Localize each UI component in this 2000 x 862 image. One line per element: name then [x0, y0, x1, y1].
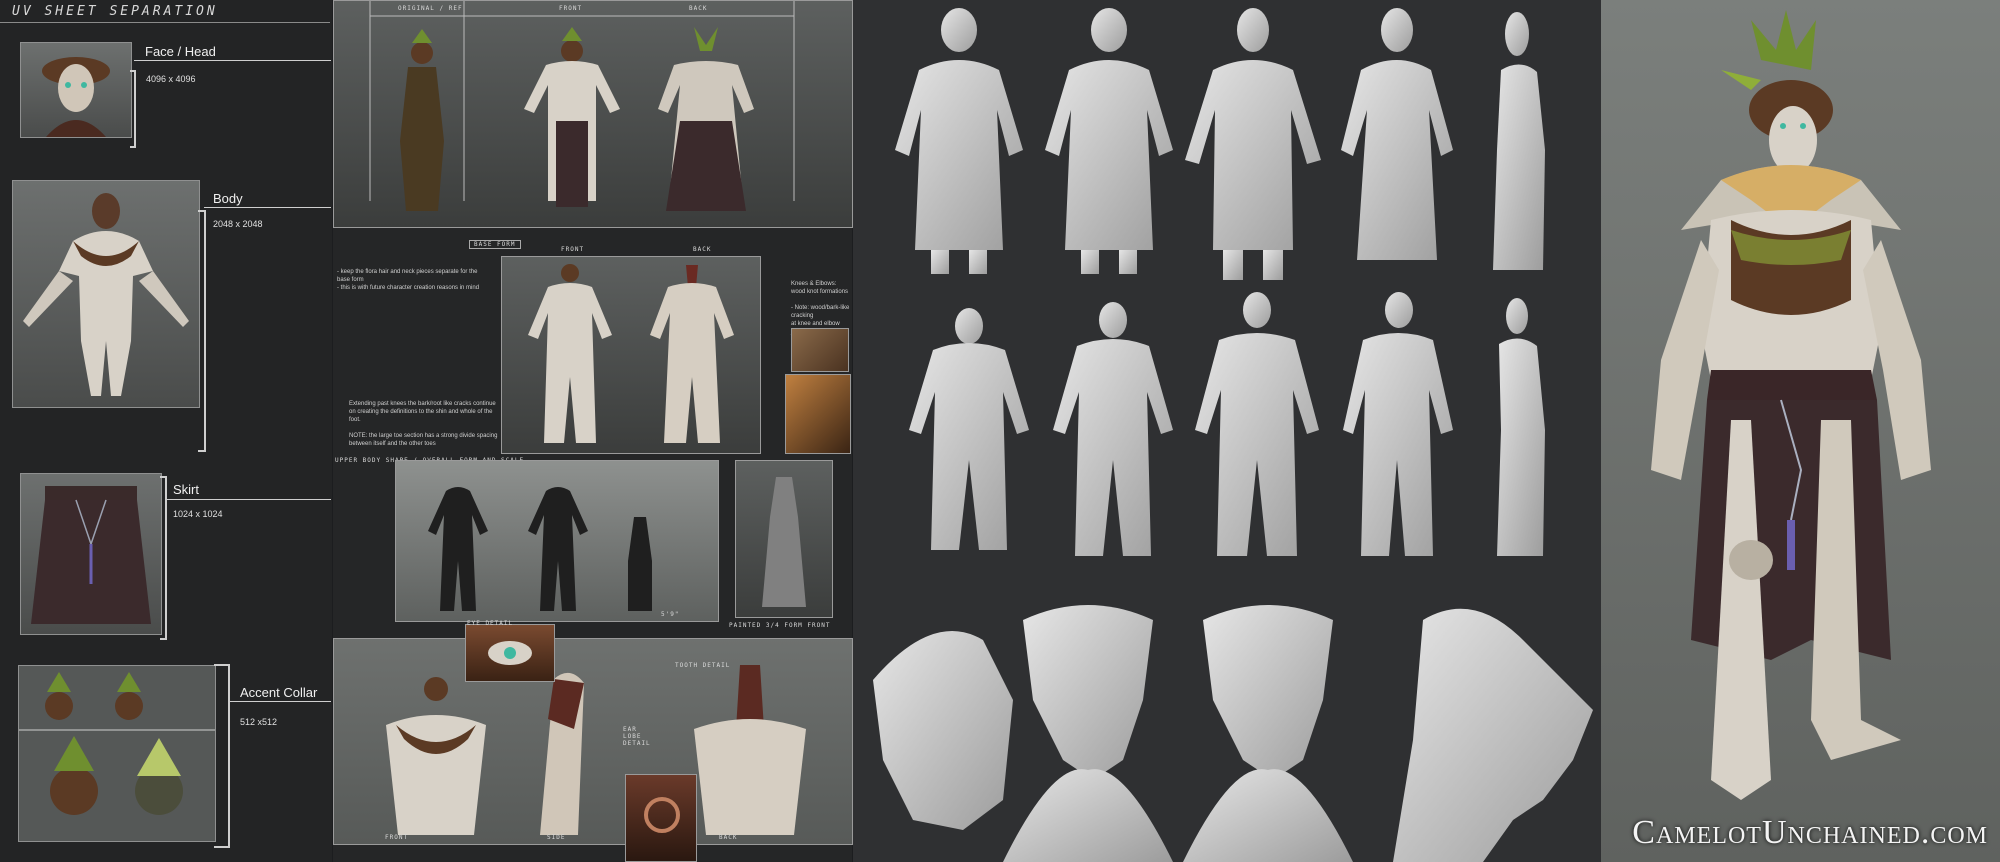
- uv-size-body: 2048 x 2048: [213, 219, 263, 229]
- concept-figure-back: [658, 27, 754, 211]
- ear-detail-box: [625, 774, 697, 862]
- label-height: 5'9": [661, 611, 680, 618]
- bracket-face: [130, 70, 136, 148]
- sculpt-head-top: [873, 631, 1013, 830]
- sculpt-body-back: [909, 308, 1029, 550]
- label-mouth-detail: TOOTH DETAIL: [675, 662, 731, 669]
- bust-back: [694, 665, 806, 835]
- sculpt-robed-front: [895, 8, 1023, 274]
- rule-face: [134, 60, 331, 61]
- label-front: FRONT: [559, 5, 583, 12]
- uv-size-collar: 512 x512: [240, 717, 278, 727]
- uv-sheet-title: UV SHEET SEPARATION: [12, 4, 218, 19]
- eye-detail-box: [465, 624, 555, 682]
- sculpt-robed-front-wide: [1185, 8, 1321, 280]
- uv-thumb-skirt: [20, 473, 162, 635]
- sculpt-body-front: [1195, 292, 1319, 556]
- label-painted-form: PAINTED 3/4 FORM FRONT: [729, 622, 831, 629]
- silhouette-box: 5'9": [395, 460, 719, 622]
- concept-overview-box: ORIGINAL / REF FRONT BACK: [333, 0, 853, 228]
- base-figure-back: [650, 265, 734, 443]
- title-divider: [0, 22, 330, 23]
- note-hair-separation: - keep the flora hair and neck pieces se…: [337, 269, 480, 291]
- silhouette-front: [428, 487, 488, 611]
- label-eye-detail: EYE DETAIL: [467, 620, 514, 627]
- label-base-back: BACK: [693, 246, 712, 253]
- sculpt-head-profile: [1393, 608, 1593, 862]
- label-bust-front: FRONT: [385, 834, 409, 841]
- sculpt-robed-side: [1493, 12, 1545, 270]
- rule-collar: [228, 701, 331, 702]
- sculpt-robed-back: [1045, 8, 1173, 274]
- sculpt-head-front-left: [1003, 605, 1173, 862]
- label-original: ORIGINAL / REF: [398, 5, 463, 12]
- uv-label-face: Face / Head: [145, 44, 216, 59]
- concept-figure-front: [524, 27, 620, 207]
- rule-body: [204, 207, 331, 208]
- hero-character-render: [1651, 10, 1931, 800]
- rule-skirt: [165, 499, 331, 500]
- label-bust-side: SIDE: [547, 834, 566, 841]
- sculpt-turnaround-panel: [853, 0, 1601, 862]
- bracket-body: [198, 210, 206, 452]
- label-base-form: BASE FORM: [469, 240, 521, 249]
- concept-figure-original: [400, 29, 444, 211]
- sculpt-body-side: [1497, 298, 1545, 556]
- concept-sheet-panel: ORIGINAL / REF FRONT BACK BASE FORM - ke…: [333, 0, 853, 862]
- bracket-collar: [214, 664, 230, 848]
- uv-label-skirt: Skirt: [173, 482, 199, 497]
- bust-detail-box: [333, 638, 853, 845]
- uv-thumb-body: [12, 180, 200, 408]
- label-bust-back: BACK: [719, 834, 738, 841]
- silhouette-back: [528, 487, 588, 611]
- silhouette-scale: [628, 517, 652, 611]
- painted-form-box: [735, 460, 833, 618]
- site-watermark: CamelotUnchained.com: [1632, 814, 1988, 851]
- uv-size-face: 4096 x 4096: [146, 74, 196, 84]
- uv-size-skirt: 1024 x 1024: [173, 509, 223, 519]
- bust-side: [540, 672, 584, 835]
- uv-label-collar: Accent Collar: [240, 685, 318, 700]
- sculpt-head-front-right: [1183, 605, 1353, 862]
- sculpt-body-back-three-quarter: [1053, 302, 1173, 556]
- label-base-front: FRONT: [561, 246, 585, 253]
- label-back: BACK: [689, 5, 708, 12]
- uv-thumb-collar: [18, 665, 216, 842]
- uv-label-body: Body: [213, 191, 243, 206]
- knot-texture-ref: [791, 328, 849, 372]
- label-ear-detail: EAR LOBE DETAIL: [623, 726, 651, 747]
- note-knee-cracks: Extending past knees the bark/root like …: [349, 401, 498, 447]
- uv-sheet-panel: UV SHEET SEPARATION Face / Head 4096 x 4…: [0, 0, 332, 862]
- base-figure-front: [528, 264, 612, 443]
- bark-texture-ref: [785, 374, 851, 454]
- base-form-box: [501, 256, 761, 454]
- bust-front: [386, 677, 486, 835]
- sculpt-body-three-quarter: [1343, 292, 1453, 556]
- sculpt-robed-three-quarter: [1341, 8, 1453, 260]
- uv-thumb-face: [20, 42, 132, 138]
- hero-render-panel: CamelotUnchained.com: [1601, 0, 2000, 862]
- bracket-skirt: [160, 476, 167, 640]
